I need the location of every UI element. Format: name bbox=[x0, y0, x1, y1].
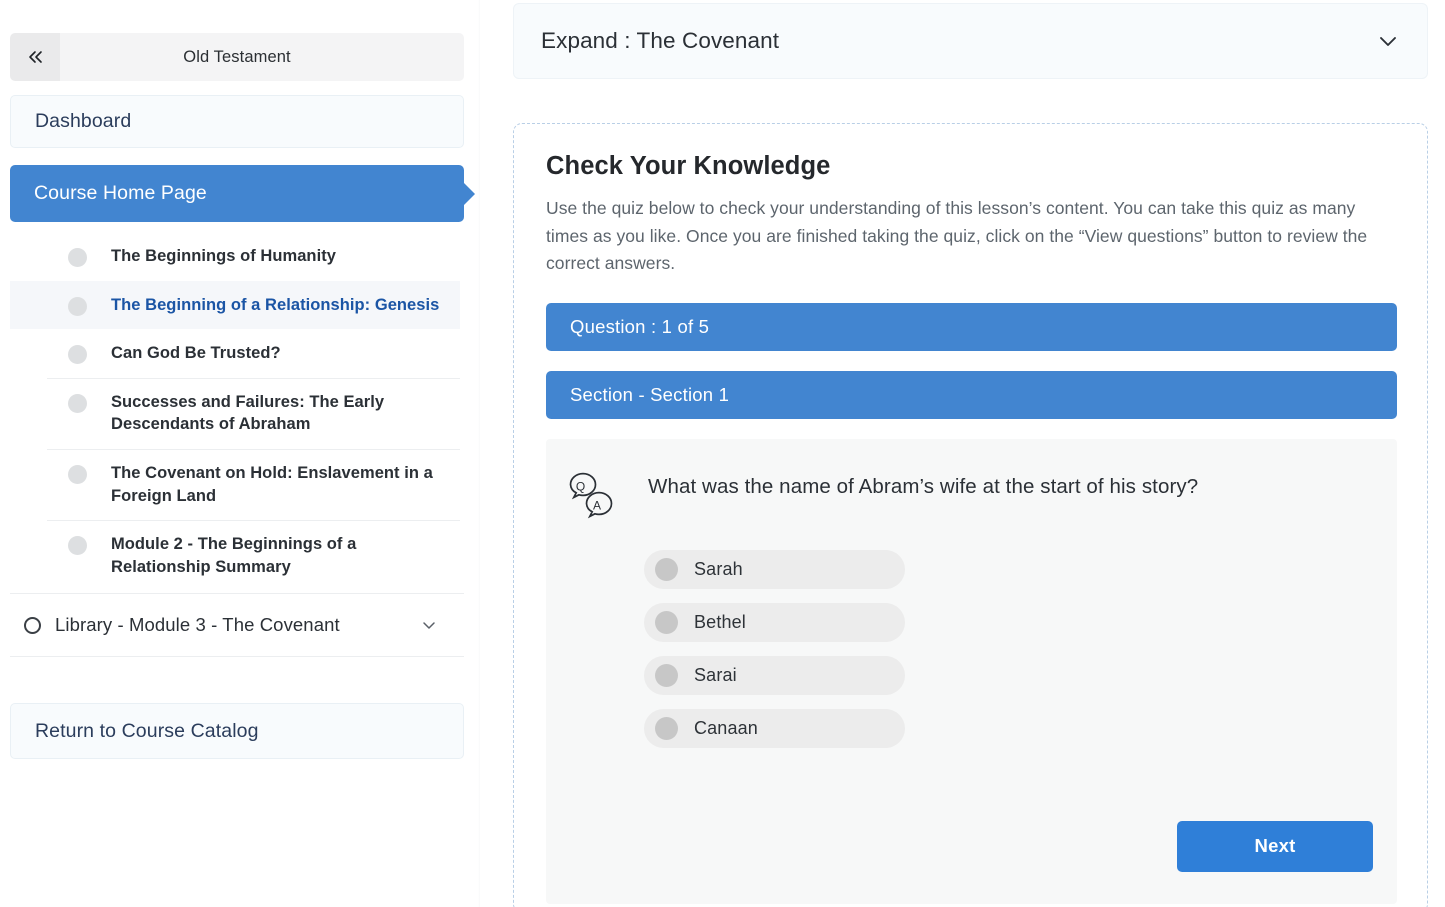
course-title: Old Testament bbox=[60, 33, 464, 81]
answer-option[interactable]: Sarai bbox=[644, 656, 905, 695]
section-bar: Section - Section 1 bbox=[546, 371, 1397, 419]
quiz-intro-text: Use the quiz below to check your underst… bbox=[546, 195, 1391, 278]
question-text: What was the name of Abram’s wife at the… bbox=[648, 467, 1198, 501]
bullet-icon bbox=[68, 248, 87, 267]
return-to-course-catalog-button[interactable]: Return to Course Catalog bbox=[10, 703, 464, 759]
sidebar-item-course-home-page-wrap: Course Home Page bbox=[10, 165, 464, 222]
list-item[interactable]: The Beginnings of Humanity bbox=[10, 232, 460, 281]
active-nav-pointer-icon bbox=[463, 182, 475, 206]
lesson-label: The Beginnings of Humanity bbox=[111, 245, 336, 268]
answer-option[interactable]: Bethel bbox=[644, 603, 905, 642]
radio-icon[interactable] bbox=[655, 611, 678, 634]
chevron-double-left-icon[interactable] bbox=[10, 33, 60, 81]
collapse-glyph bbox=[25, 47, 45, 67]
list-item[interactable]: Module 2 - The Beginnings of a Relations… bbox=[10, 520, 460, 591]
lesson-label: The Covenant on Hold: Enslavement in a F… bbox=[111, 462, 441, 507]
answer-options: Sarah Bethel Sarai Canaan bbox=[644, 550, 1367, 748]
circle-outline-icon bbox=[24, 617, 41, 634]
answer-option[interactable]: Sarah bbox=[644, 550, 905, 589]
bullet-icon bbox=[68, 297, 87, 316]
sidebar-item-course-home-page[interactable]: Course Home Page bbox=[10, 165, 464, 222]
sidebar-item-library-module-3[interactable]: Library - Module 3 - The Covenant bbox=[10, 593, 464, 657]
bullet-icon bbox=[68, 394, 87, 413]
svg-text:Q: Q bbox=[576, 479, 585, 493]
list-item[interactable]: Can God Be Trusted? bbox=[10, 329, 460, 378]
lesson-label: Module 2 - The Beginnings of a Relations… bbox=[111, 533, 441, 578]
list-item[interactable]: The Beginning of a Relationship: Genesis bbox=[10, 281, 460, 330]
question-counter-bar: Question : 1 of 5 bbox=[546, 303, 1397, 351]
expand-title: Expand : The Covenant bbox=[541, 28, 779, 54]
next-button-wrap: Next bbox=[1177, 821, 1373, 872]
bullet-icon bbox=[68, 345, 87, 364]
main-content: Expand : The Covenant Check Your Knowled… bbox=[480, 0, 1445, 907]
course-header: Old Testament bbox=[10, 33, 464, 81]
lesson-label: Successes and Failures: The Early Descen… bbox=[111, 391, 441, 436]
page-title: Check Your Knowledge bbox=[546, 152, 1397, 181]
radio-icon[interactable] bbox=[655, 717, 678, 740]
module-label: Library - Module 3 - The Covenant bbox=[55, 614, 418, 636]
qa-glyph: Q A bbox=[568, 470, 624, 522]
list-item[interactable]: The Covenant on Hold: Enslavement in a F… bbox=[10, 449, 460, 520]
quiz-body: Q A What was the name of Abram’s wife at… bbox=[546, 439, 1397, 904]
chevron-down-icon[interactable] bbox=[418, 614, 440, 636]
course-player-app: Old Testament Dashboard Course Home Page… bbox=[0, 0, 1445, 907]
radio-icon[interactable] bbox=[655, 558, 678, 581]
lesson-list: The Beginnings of Humanity The Beginning… bbox=[10, 232, 460, 591]
course-sidebar: Old Testament Dashboard Course Home Page… bbox=[0, 0, 480, 907]
lesson-label: The Beginning of a Relationship: Genesis bbox=[111, 294, 439, 317]
chevron-glyph bbox=[1375, 28, 1401, 54]
list-item[interactable]: Successes and Failures: The Early Descen… bbox=[10, 378, 460, 449]
answer-option-label: Sarai bbox=[694, 665, 737, 686]
sidebar-item-dashboard[interactable]: Dashboard bbox=[10, 95, 464, 148]
answer-option-label: Canaan bbox=[694, 718, 758, 739]
question-row: Q A What was the name of Abram’s wife at… bbox=[568, 467, 1367, 522]
expand-covenant-accordion[interactable]: Expand : The Covenant bbox=[513, 3, 1428, 79]
bullet-icon bbox=[68, 536, 87, 555]
radio-icon[interactable] bbox=[655, 664, 678, 687]
svg-text:A: A bbox=[593, 498, 601, 512]
question-answer-bubbles-icon: Q A bbox=[568, 470, 624, 522]
next-button[interactable]: Next bbox=[1177, 821, 1373, 872]
answer-option[interactable]: Canaan bbox=[644, 709, 905, 748]
lesson-label: Can God Be Trusted? bbox=[111, 342, 281, 365]
bullet-icon bbox=[68, 465, 87, 484]
quiz-card: Check Your Knowledge Use the quiz below … bbox=[513, 123, 1428, 907]
answer-option-label: Bethel bbox=[694, 612, 746, 633]
answer-option-label: Sarah bbox=[694, 559, 743, 580]
chevron-down-icon[interactable] bbox=[1375, 28, 1401, 54]
chevron-glyph bbox=[420, 616, 438, 634]
